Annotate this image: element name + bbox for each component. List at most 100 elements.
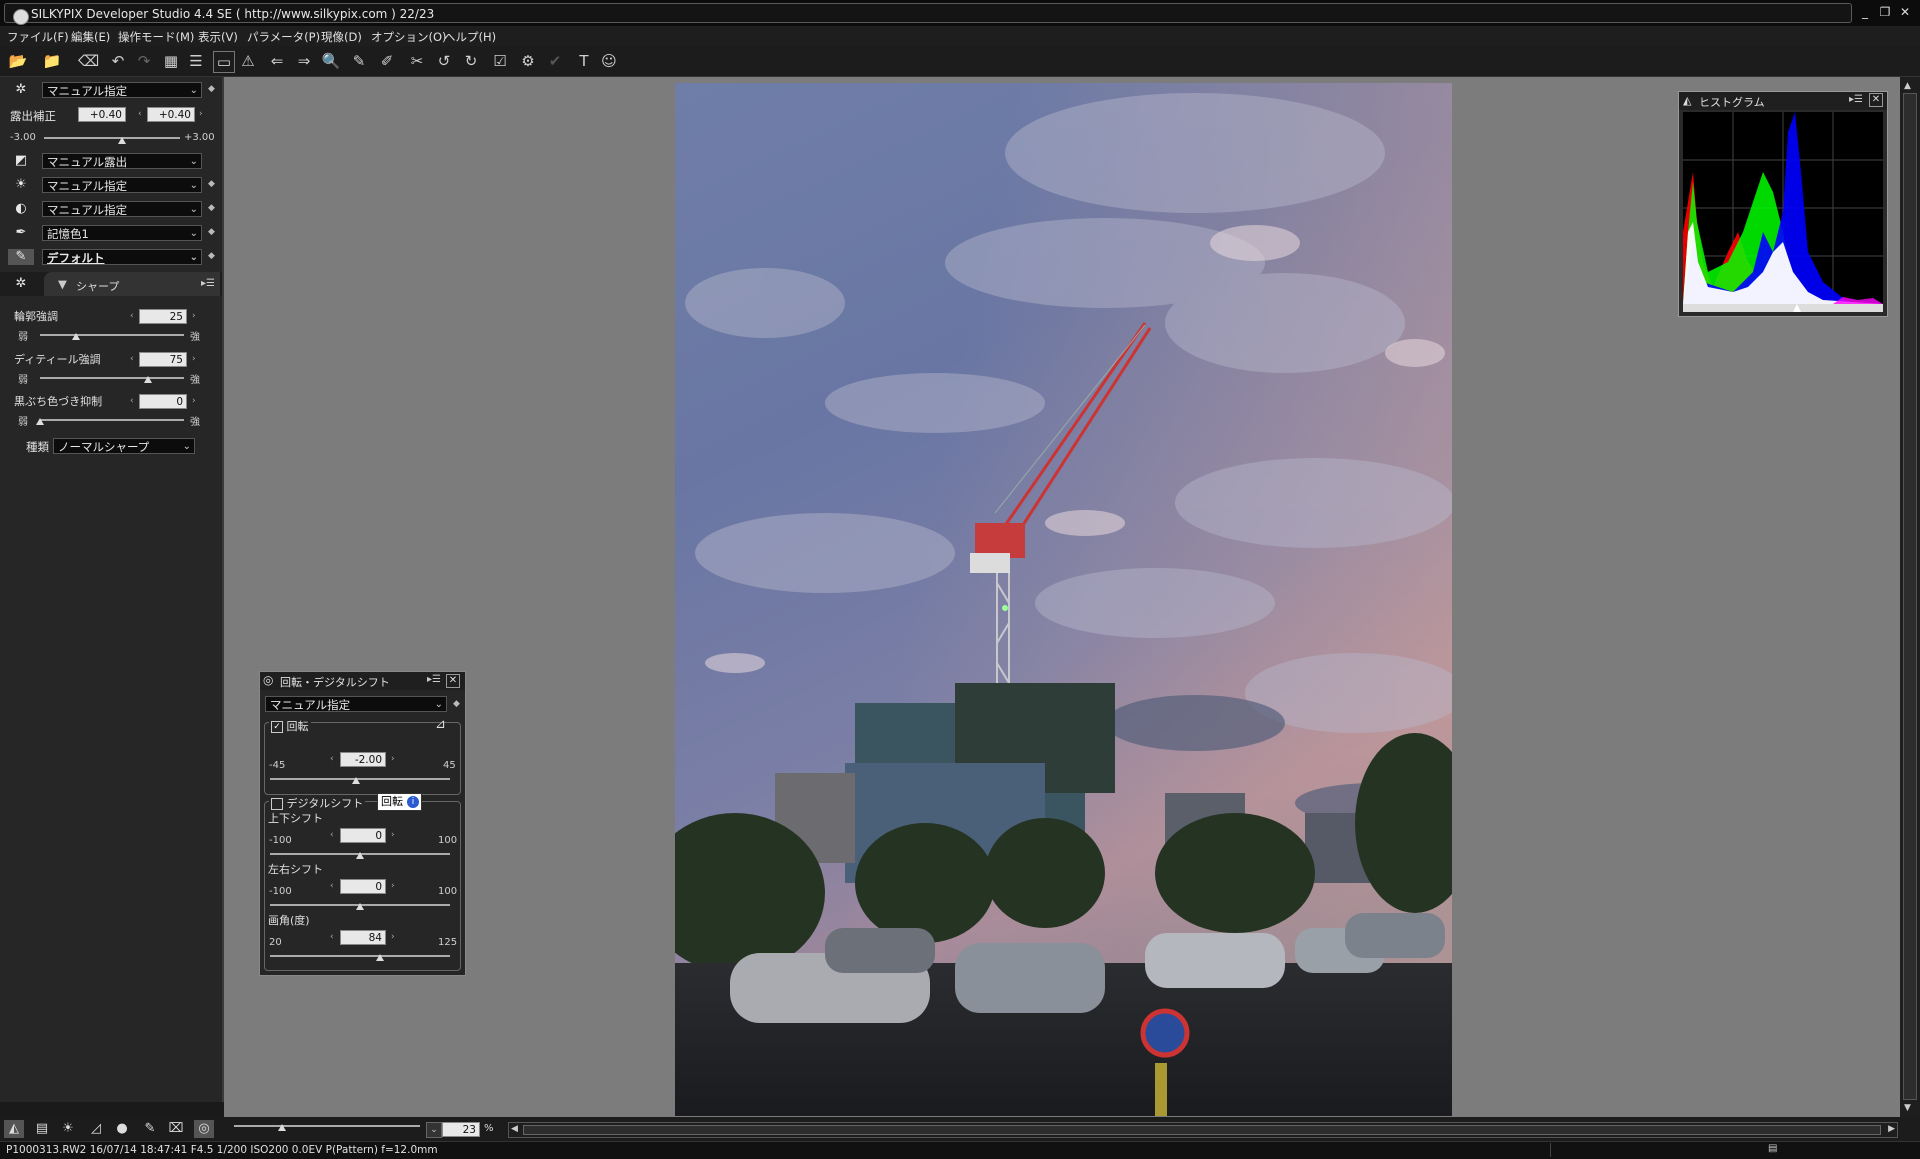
zoom-slider-track[interactable] (234, 1125, 420, 1127)
rotate-checkbox-label[interactable]: ✓ 回転 (269, 718, 311, 734)
exposure-increment[interactable]: › (199, 109, 203, 119)
comment-icon[interactable]: ▤ (32, 1120, 52, 1138)
edge-value[interactable]: 0 (139, 394, 187, 409)
warning-icon[interactable]: ⚠ (238, 51, 258, 71)
detail-value[interactable]: 75 (139, 352, 187, 367)
rotate-right-icon[interactable]: ↻ (461, 51, 481, 71)
rotate-increment[interactable]: › (391, 754, 395, 764)
next-image-icon[interactable]: ⇒ (294, 51, 314, 71)
preset-select[interactable]: マニュアル指定 ⌄ (42, 82, 202, 98)
wb-select[interactable]: マニュアル指定 ⌄ (42, 177, 202, 193)
edge-slider-track[interactable] (40, 419, 184, 421)
contrast-diamond-icon[interactable]: ◆ (208, 203, 215, 213)
menu-view[interactable]: 表示(V) (198, 29, 238, 45)
vshift-increment[interactable]: › (391, 830, 395, 840)
vertical-scrollbar[interactable]: ▲ ▼ (1900, 77, 1920, 1117)
detail-increment[interactable]: › (192, 354, 196, 364)
sharp-type-select[interactable]: ノーマルシャープ ⌄ (53, 438, 195, 454)
preview-photo[interactable] (675, 83, 1452, 1116)
angle-decrement[interactable]: ‹ (330, 932, 334, 942)
outline-decrement[interactable]: ‹ (130, 311, 134, 321)
restore-icon[interactable]: ❐ (1876, 4, 1894, 20)
angle-tool-icon[interactable]: ⊿ (435, 717, 446, 732)
menu-parameter[interactable]: パラメータ(P) (247, 29, 320, 45)
zoom-slider-thumb[interactable] (278, 1124, 287, 1131)
rotate-left-icon[interactable]: ↺ (434, 51, 454, 71)
grid-view-icon[interactable]: ▦ (161, 51, 181, 71)
skin-color-icon[interactable]: ✐ (377, 51, 397, 71)
preset-diamond-icon[interactable]: ◆ (208, 84, 215, 94)
color-diamond-icon[interactable]: ◆ (208, 227, 215, 237)
zoom-value[interactable]: 23 (442, 1122, 480, 1137)
rotation-panel-close-icon[interactable]: ✕ (446, 674, 460, 688)
edge-slider-thumb[interactable] (36, 418, 44, 425)
minimize-icon[interactable]: _ (1856, 4, 1874, 20)
text-tool-icon[interactable]: T (574, 51, 594, 71)
sharp-menu-icon[interactable]: ▸☰ (201, 278, 215, 289)
rotate-value[interactable]: -2.00 (340, 752, 386, 767)
angle-slider-track[interactable] (270, 955, 450, 957)
close-icon[interactable]: ✕ (1896, 4, 1914, 20)
zoom-icon[interactable]: 🔍 (321, 51, 341, 71)
gray-balance-icon[interactable]: ✎ (349, 51, 369, 71)
hshift-value[interactable]: 0 (340, 879, 386, 894)
color-select[interactable]: 記憶色1 ⌄ (42, 225, 202, 241)
histogram-panel[interactable]: ◭ ヒストグラム ▸☰ ✕ (1678, 91, 1888, 317)
filmstrip-view-icon[interactable]: ☰ (186, 51, 206, 71)
undo-icon[interactable]: ↶ (108, 51, 128, 71)
menu-file[interactable]: ファイル(F) (7, 29, 69, 45)
open-folder-icon[interactable]: 📂 (8, 51, 28, 71)
vshift-decrement[interactable]: ‹ (330, 830, 334, 840)
zoom-dropdown-icon[interactable]: ⌄ (426, 1122, 442, 1138)
outline-increment[interactable]: › (192, 311, 196, 321)
detail-slider-track[interactable] (40, 377, 184, 379)
eraser-icon[interactable]: ⌫ (78, 51, 99, 71)
detail-decrement[interactable]: ‹ (130, 354, 134, 364)
menu-edit[interactable]: 編集(E) (71, 29, 110, 45)
exposure-slider-track[interactable] (44, 137, 180, 139)
exposure-decrement[interactable]: ‹ (138, 109, 142, 119)
rotation-panel-icon-toggle[interactable]: ◎ (194, 1120, 214, 1138)
style-diamond-icon[interactable]: ◆ (208, 251, 215, 261)
edge-decrement[interactable]: ‹ (130, 396, 134, 406)
histogram-menu-icon[interactable]: ▸☰ (1849, 94, 1863, 105)
previous-image-icon[interactable]: ⇐ (267, 51, 287, 71)
outline-value[interactable]: 25 (139, 309, 187, 324)
color-panel-icon[interactable]: ● (112, 1120, 132, 1138)
tone-panel-icon[interactable]: ◿ (86, 1120, 106, 1138)
detail-slider-thumb[interactable] (144, 376, 152, 383)
batch-icon[interactable]: ✔ (545, 51, 565, 71)
sharp-tab[interactable] (44, 272, 220, 296)
shift-checkbox[interactable] (271, 798, 283, 810)
angle-slider-thumb[interactable] (375, 954, 384, 961)
horizontal-scrollbar[interactable]: ◀ ▶ (508, 1122, 1898, 1138)
wb-panel-icon[interactable]: ☀ (58, 1120, 78, 1138)
horizontal-scroll-thumb[interactable] (523, 1125, 1881, 1135)
open-recent-icon[interactable]: 📁 (42, 51, 62, 71)
hshift-decrement[interactable]: ‹ (330, 881, 334, 891)
scroll-left-icon[interactable]: ◀ (511, 1124, 518, 1134)
tone-select[interactable]: マニュアル露出 ⌄ (42, 153, 202, 169)
noise-panel-icon[interactable]: ✎ (140, 1120, 160, 1138)
scroll-right-icon[interactable]: ▶ (1888, 1124, 1895, 1134)
shift-checkbox-label[interactable]: デジタルシフト (269, 795, 366, 811)
outline-slider-thumb[interactable] (72, 333, 80, 340)
exposure-value-2[interactable]: +0.40 (147, 107, 195, 122)
angle-increment[interactable]: › (391, 932, 395, 942)
menu-develop[interactable]: 現像(D) (321, 29, 362, 45)
dust-removal-icon[interactable]: ✂ (407, 51, 427, 71)
hshift-increment[interactable]: › (391, 881, 395, 891)
vshift-value[interactable]: 0 (340, 828, 386, 843)
menu-option[interactable]: オプション(O) (371, 29, 447, 45)
rotate-slider-thumb[interactable] (352, 777, 361, 784)
rotation-panel-menu-icon[interactable]: ▸☰ (427, 674, 441, 685)
wb-diamond-icon[interactable]: ◆ (208, 179, 215, 189)
check-icon[interactable]: ☑ (490, 51, 510, 71)
vshift-slider-thumb[interactable] (356, 852, 364, 859)
outline-slider-track[interactable] (40, 334, 184, 336)
rotation-diamond-icon[interactable]: ◆ (453, 699, 460, 709)
hshift-slider-thumb[interactable] (356, 903, 364, 910)
style-select[interactable]: デフォルト ⌄ (42, 249, 202, 265)
lens-panel-icon[interactable]: ⌧ (166, 1120, 186, 1138)
histogram-toggle-icon[interactable]: ◭ (4, 1120, 24, 1138)
